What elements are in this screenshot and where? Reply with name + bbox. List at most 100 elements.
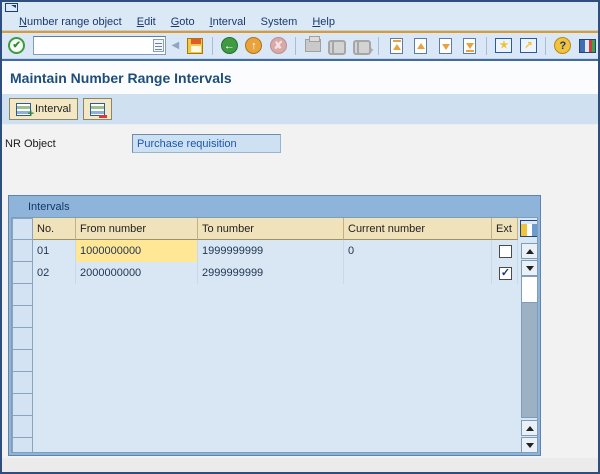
- menu-goto[interactable]: Goto: [171, 16, 195, 28]
- scrollbar-thumb[interactable]: [522, 277, 537, 303]
- customize-layout-icon: [579, 39, 596, 53]
- previous-page-icon: [414, 38, 427, 54]
- top-strip: [2, 2, 598, 13]
- customize-layout-button[interactable]: [577, 35, 598, 57]
- menu-interval[interactable]: Interval: [210, 16, 246, 28]
- command-collapse-button[interactable]: ◀: [169, 37, 181, 55]
- column-header-no: No.: [33, 218, 76, 240]
- menu-bar: Number range object Edit Goto Interval S…: [2, 13, 598, 30]
- save-button[interactable]: [184, 35, 205, 57]
- last-page-button[interactable]: [459, 35, 480, 57]
- enter-check-icon: ✔: [8, 37, 25, 54]
- menu-number-range-object[interactable]: Number range object: [19, 16, 122, 28]
- row-selector[interactable]: [12, 218, 33, 240]
- cell-from[interactable]: 1000000000: [76, 240, 198, 262]
- bottom-band: [2, 458, 598, 472]
- command-matchcode-icon[interactable]: [153, 39, 164, 52]
- cell-no: 02: [33, 262, 76, 284]
- intervals-table: Intervals No. From number To number Curr…: [8, 195, 541, 456]
- find-button[interactable]: [326, 35, 347, 57]
- new-session-button[interactable]: ★: [493, 35, 514, 57]
- cell-from[interactable]: 2000000000: [76, 262, 198, 284]
- cancel-button[interactable]: ✘: [268, 35, 289, 57]
- find-next-button[interactable]: +: [351, 35, 372, 57]
- help-question-icon: ?: [554, 37, 571, 54]
- row-selector[interactable]: [12, 372, 33, 394]
- ext-checkbox[interactable]: [499, 245, 512, 258]
- page-title: Maintain Number Range Intervals: [10, 70, 232, 86]
- menu-help[interactable]: Help: [312, 16, 335, 28]
- cell-ext: ✓: [492, 262, 518, 284]
- scroll-down-button[interactable]: [521, 260, 538, 276]
- first-page-button[interactable]: [385, 35, 406, 57]
- column-header-ext: Ext: [492, 218, 518, 240]
- column-header-current: Current number: [344, 218, 492, 240]
- arrow-up-icon: [526, 249, 534, 254]
- new-session-icon: ★: [495, 38, 512, 53]
- cell-current: 0: [344, 240, 492, 262]
- standard-toolbar: ✔ ◀ ← ↑ ✘ + ★ ↗ ?: [2, 33, 598, 59]
- save-floppy-icon: [187, 38, 203, 54]
- scrollbar-track[interactable]: [521, 276, 538, 418]
- cancel-x-icon: ✘: [270, 37, 287, 54]
- menu-system[interactable]: System: [261, 16, 298, 28]
- session-icon: [5, 3, 18, 12]
- row-selector[interactable]: [12, 328, 33, 350]
- toolbar-separator: [295, 37, 296, 55]
- screen-content: NR Object Purchase requisition Intervals…: [2, 125, 598, 472]
- exit-arrow-icon: ↑: [245, 37, 262, 54]
- row-selector[interactable]: [12, 306, 33, 328]
- cell-ext: [492, 240, 518, 262]
- cell-to[interactable]: 2999999999: [198, 262, 344, 284]
- scroll-up-button[interactable]: [521, 243, 538, 259]
- back-arrow-icon: ←: [221, 37, 238, 54]
- menu-edit[interactable]: Edit: [137, 16, 156, 28]
- application-toolbar: + Interval: [2, 94, 598, 125]
- sap-window: Number range object Edit Goto Interval S…: [0, 0, 600, 474]
- previous-page-button[interactable]: [410, 35, 431, 57]
- intervals-grid: No. From number To number Current number…: [11, 217, 538, 453]
- cell-current: [344, 262, 492, 284]
- binoculars-icon: [328, 40, 346, 52]
- arrow-down-icon: [526, 266, 534, 271]
- binoculars-plus-icon: +: [353, 40, 371, 52]
- insert-interval-button[interactable]: + Interval: [9, 98, 78, 120]
- create-shortcut-button[interactable]: ↗: [518, 35, 539, 57]
- delete-interval-icon: [90, 103, 105, 116]
- scroll-up-button[interactable]: [521, 420, 538, 436]
- row-selector[interactable]: [12, 438, 33, 453]
- row-selector[interactable]: [12, 350, 33, 372]
- printer-icon: [305, 39, 321, 52]
- arrow-up-icon: [526, 426, 534, 431]
- shortcut-arrow-icon: ↗: [520, 38, 537, 53]
- cell-to[interactable]: 1999999999: [198, 240, 344, 262]
- back-button[interactable]: ←: [219, 35, 240, 57]
- command-input[interactable]: [35, 40, 153, 52]
- enter-button[interactable]: ✔: [6, 35, 27, 57]
- insert-interval-label: Interval: [35, 103, 71, 115]
- row-selector[interactable]: [12, 262, 33, 284]
- print-button[interactable]: [302, 35, 323, 57]
- row-selector[interactable]: [12, 240, 33, 262]
- exit-button[interactable]: ↑: [243, 35, 264, 57]
- ext-checkbox[interactable]: ✓: [499, 267, 512, 280]
- toolbar-separator: [545, 37, 546, 55]
- toolbar-separator: [212, 37, 213, 55]
- intervals-caption: Intervals: [9, 196, 540, 217]
- next-page-button[interactable]: [434, 35, 455, 57]
- table-configuration-icon[interactable]: [520, 220, 538, 237]
- first-page-icon: [390, 38, 403, 54]
- row-selector[interactable]: [12, 284, 33, 306]
- nr-object-field[interactable]: Purchase requisition: [132, 134, 281, 153]
- delete-interval-button[interactable]: [83, 98, 112, 120]
- nr-object-label: NR Object: [5, 138, 56, 150]
- arrow-down-icon: [526, 443, 534, 448]
- insert-interval-icon: +: [16, 103, 31, 116]
- row-selector[interactable]: [12, 416, 33, 438]
- row-selector[interactable]: [12, 394, 33, 416]
- scroll-down-button[interactable]: [521, 437, 538, 453]
- command-field[interactable]: [33, 36, 166, 55]
- next-page-icon: [439, 38, 452, 54]
- help-button[interactable]: ?: [552, 35, 573, 57]
- column-header-to: To number: [198, 218, 344, 240]
